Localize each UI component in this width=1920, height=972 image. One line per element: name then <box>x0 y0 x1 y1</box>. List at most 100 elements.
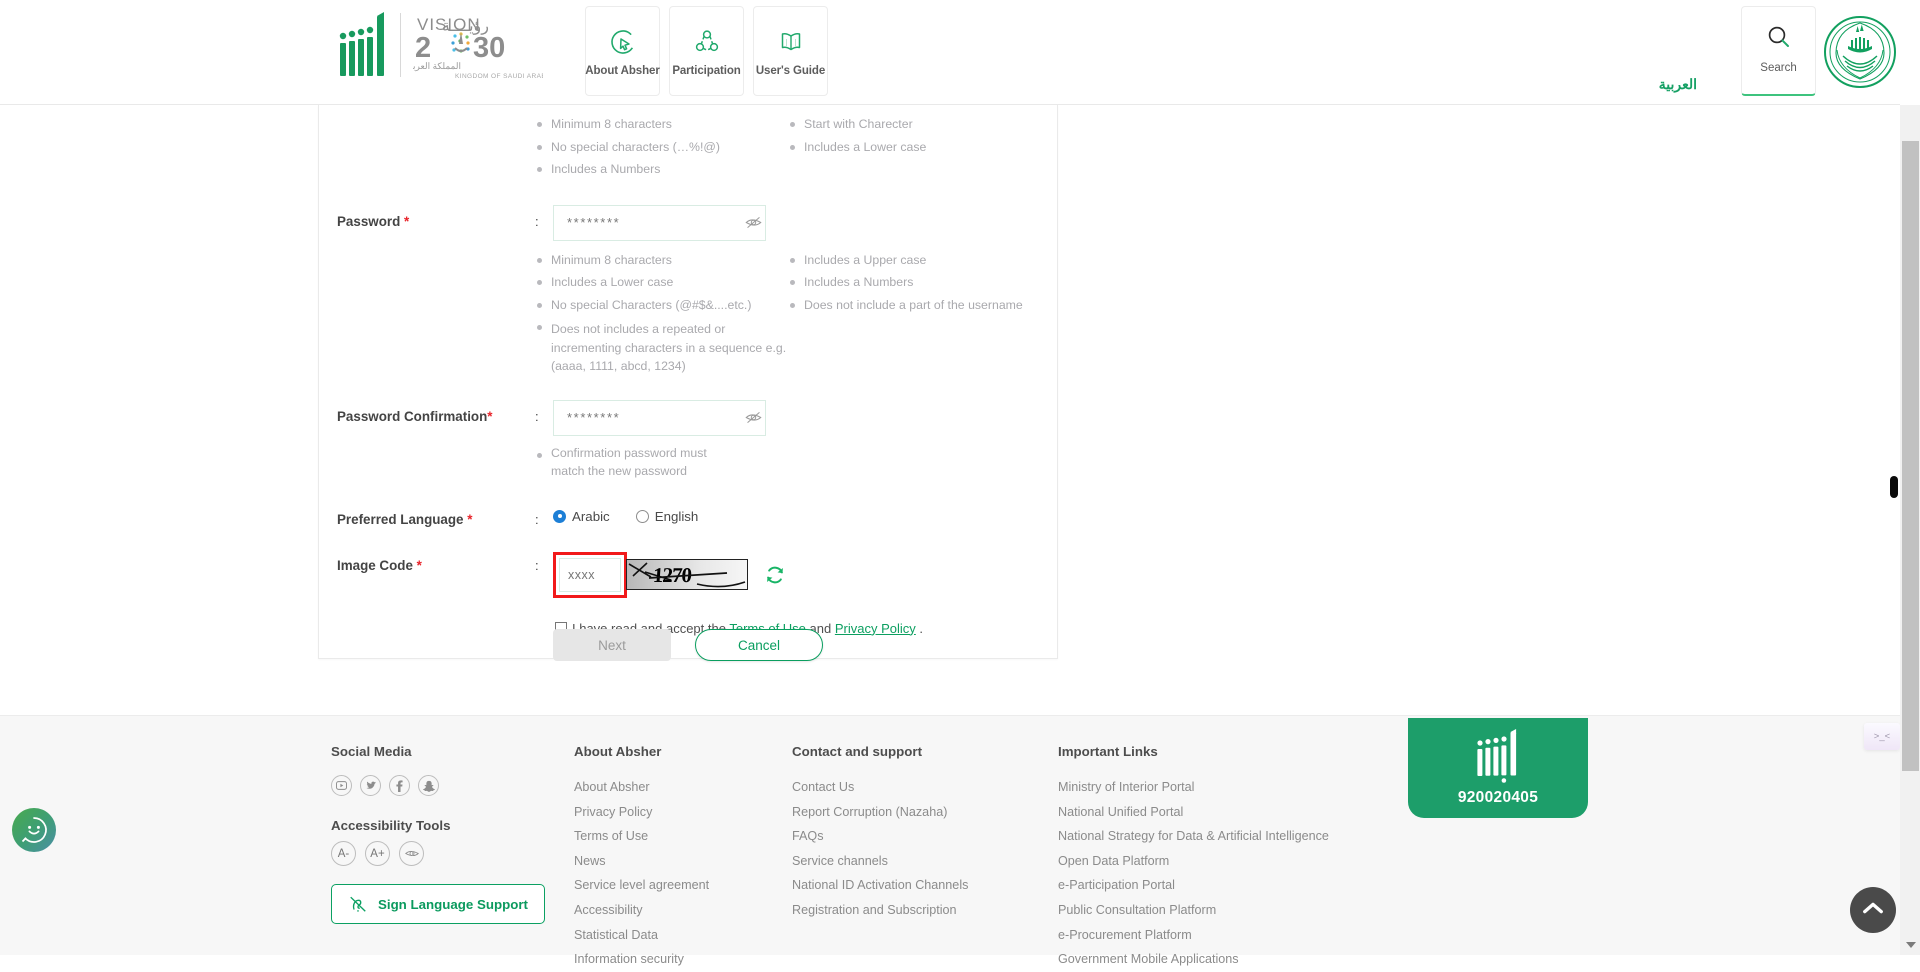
twitter-icon[interactable] <box>360 775 381 796</box>
refresh-icon[interactable] <box>764 564 786 586</box>
users-guide-icon <box>776 21 806 63</box>
social-media-heading: Social Media <box>331 744 412 759</box>
preferred-language-label: Preferred Language * <box>337 511 473 527</box>
nav-tile-users-guide[interactable]: User's Guide <box>753 6 828 96</box>
back-to-top-button[interactable] <box>1850 887 1896 933</box>
footer-link[interactable]: National Unified Portal <box>1058 800 1329 825</box>
form-action-buttons: Next Cancel <box>318 629 1058 661</box>
footer-link[interactable]: Privacy Policy <box>574 800 709 825</box>
password-label: Password * <box>337 213 410 229</box>
support-phone-card[interactable]: 920020405 <box>1408 718 1588 818</box>
footer-link[interactable]: Registration and Subscription <box>792 898 968 923</box>
nav-tile-label: User's Guide <box>755 65 826 77</box>
footer-link[interactable]: About Absher <box>574 775 709 800</box>
site-footer: Social Media Accessibility Tools A- A+ S… <box>0 715 1900 966</box>
required-mark: * <box>404 213 410 229</box>
footer-link[interactable]: Statistical Data <box>574 923 709 948</box>
svg-text:2: 2 <box>415 32 431 64</box>
hint-item: No special Characters (@#$&....etc.) <box>535 294 795 317</box>
password-hints: Minimum 8 characters Includes a Lower ca… <box>319 241 1057 376</box>
username-hints: Minimum 8 characters No special characte… <box>319 105 1057 181</box>
kaomoji-widget[interactable]: >_< <box>1864 723 1900 750</box>
radio-dot-english[interactable] <box>635 509 649 523</box>
footer-link[interactable]: Service level agreement <box>574 873 709 898</box>
snapchat-icon[interactable] <box>418 775 439 796</box>
footer-link[interactable]: FAQs <box>792 824 968 849</box>
hint-item: Includes a Lower case <box>788 136 1048 159</box>
password-confirmation-input-wrapper[interactable] <box>553 399 766 436</box>
footer-link[interactable]: Information security <box>574 947 709 972</box>
image-code-row: Image Code * : 1270 <box>319 549 1057 636</box>
footer-link[interactable]: Report Corruption (Nazaha) <box>792 800 968 825</box>
scrollbar-thumb[interactable] <box>1902 141 1919 771</box>
footer-column-important-links: Important Links Ministry of Interior Por… <box>1058 744 1329 972</box>
language-switch-link[interactable]: العربية <box>1659 76 1697 93</box>
contrast-eye-icon[interactable] <box>399 841 424 866</box>
hint-item: Minimum 8 characters <box>535 249 795 272</box>
svg-text:KINGDOM OF SAUDI ARABIA: KINGDOM OF SAUDI ARABIA <box>455 73 543 80</box>
vision-2030-logo: VISION رؤيــــة 2 30 المملكة العربية الس… <box>413 15 543 80</box>
footer-link[interactable]: National ID Activation Channels <box>792 873 968 898</box>
radio-option-arabic[interactable]: Arabic <box>553 509 610 524</box>
footer-link[interactable]: Service channels <box>792 849 968 874</box>
hint-item: Includes a Numbers <box>788 271 1048 294</box>
radio-label-english[interactable]: English <box>655 509 699 524</box>
footer-link[interactable]: National Strategy for Data & Artificial … <box>1058 824 1329 849</box>
cancel-button[interactable]: Cancel <box>695 629 823 661</box>
footer-link[interactable]: Public Consultation Platform <box>1058 898 1329 923</box>
footer-link[interactable]: Terms of Use <box>574 824 709 849</box>
password-input[interactable] <box>565 214 745 231</box>
eye-off-icon[interactable] <box>745 215 762 230</box>
footer-link[interactable]: News <box>574 849 709 874</box>
radio-label-arabic[interactable]: Arabic <box>572 509 610 524</box>
nav-tile-participation[interactable]: Participation <box>669 6 744 96</box>
search-button[interactable]: Search <box>1741 6 1816 96</box>
absher-logo-icon <box>339 12 384 76</box>
nav-tile-label: About Absher <box>585 65 660 77</box>
footer-link[interactable]: Open Data Platform <box>1058 849 1329 874</box>
radio-option-english[interactable]: English <box>635 509 699 524</box>
page-scroll-area: Minimum 8 characters No special characte… <box>0 105 1900 966</box>
footer-column-about: About Absher About Absher Privacy Policy… <box>574 744 709 972</box>
hint-item: Includes a Lower case <box>535 271 795 294</box>
footer-column-social: Social Media Accessibility Tools A- A+ S… <box>331 744 545 924</box>
registration-form-card: Minimum 8 characters No special characte… <box>318 105 1058 659</box>
decrease-font-button[interactable]: A- <box>331 841 356 866</box>
footer-link[interactable]: Accessibility <box>574 898 709 923</box>
youtube-icon[interactable] <box>331 775 352 796</box>
about-absher-heading: About Absher <box>574 744 662 759</box>
participation-icon <box>692 21 722 63</box>
hint-item: Minimum 8 characters <box>535 113 795 136</box>
colon-separator: : <box>535 408 539 424</box>
search-label: Search <box>1760 62 1797 74</box>
password-confirmation-hints: Confirmation password must match the new… <box>319 436 1057 481</box>
facebook-icon[interactable] <box>389 775 410 796</box>
required-mark: * <box>416 557 422 573</box>
footer-link[interactable]: Government Mobile Applications <box>1058 947 1329 972</box>
increase-font-button[interactable]: A+ <box>365 841 390 866</box>
radio-dot-arabic[interactable] <box>553 509 566 523</box>
accessibility-tool-list: A- A+ <box>331 841 545 866</box>
scroll-down-arrow-icon[interactable] <box>1906 942 1916 948</box>
hint-item: Includes a Upper case <box>788 249 1048 272</box>
footer-link[interactable]: Ministry of Interior Portal <box>1058 775 1329 800</box>
page-scrollbar[interactable] <box>1900 105 1920 955</box>
important-links-heading: Important Links <box>1058 744 1158 759</box>
accessibility-smiley-icon[interactable] <box>12 808 56 852</box>
image-code-label: Image Code * <box>337 557 422 573</box>
nav-tile-about-absher[interactable]: About Absher <box>585 6 660 96</box>
footer-link[interactable]: Contact Us <box>792 775 968 800</box>
footer-link[interactable]: e-Procurement Platform <box>1058 923 1329 948</box>
next-button[interactable]: Next <box>553 629 671 661</box>
about-absher-icon <box>608 21 638 63</box>
eye-off-icon[interactable] <box>745 410 762 425</box>
footer-column-contact: Contact and support Contact Us Report Co… <box>792 744 968 923</box>
image-code-input[interactable] <box>559 557 621 592</box>
password-input-wrapper[interactable] <box>553 204 766 241</box>
footer-link[interactable]: e-Participation Portal <box>1058 873 1329 898</box>
password-row: Password * : <box>319 204 1057 241</box>
required-mark: * <box>487 408 493 424</box>
sign-language-support-button[interactable]: Sign Language Support <box>331 884 545 924</box>
header-logo-group[interactable]: VISION رؤيــــة 2 30 المملكة العربية الس… <box>336 10 543 80</box>
password-confirmation-input[interactable] <box>565 409 745 426</box>
